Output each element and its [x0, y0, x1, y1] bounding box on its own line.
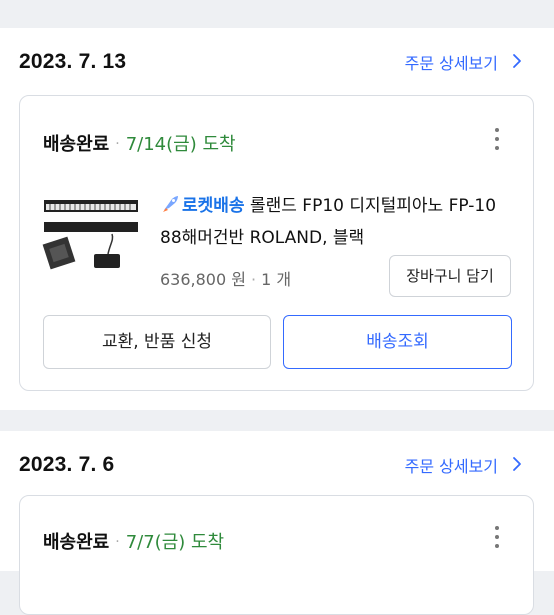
delivery-arrival-date: 7/14(금) 도착 — [125, 134, 236, 155]
separator-dot: · — [115, 534, 120, 550]
delivery-status: 배송완료 — [43, 134, 110, 155]
product-quantity: 1 개 — [261, 270, 292, 289]
order-date: 2023. 7. 13 — [19, 50, 127, 73]
delivery-status-row: 배송완료 · 7/14(금) 도착 — [43, 130, 236, 156]
more-vertical-icon[interactable] — [494, 526, 500, 552]
delivery-status-row: 배송완료 · 7/7(금) 도착 — [43, 528, 224, 554]
more-vertical-icon[interactable] — [494, 128, 500, 154]
price-row: 636,800 원 · 1 개 — [160, 266, 291, 290]
order-header: 2023. 7. 13 주문 상세보기 — [0, 28, 554, 92]
order-detail-label: 주문 상세보기 — [404, 54, 498, 73]
rocket-delivery-label: 로켓배송 — [182, 196, 245, 216]
rocket-delivery-badge: 로켓배송 — [160, 196, 245, 216]
track-delivery-button[interactable]: 배송조회 — [283, 315, 512, 369]
order-card: 배송완료 · 7/14(금) 도착 로켓배송 롤랜드 FP10 디지털피아노 FP-… — [19, 95, 534, 391]
separator-dot: · — [115, 136, 120, 152]
product-title[interactable]: 로켓배송 롤랜드 FP10 디지털피아노 FP-10 88해머건반 ROLAND… — [160, 190, 510, 254]
product-thumbnail[interactable] — [42, 196, 140, 274]
chevron-right-icon[interactable] — [508, 52, 526, 70]
product-price: 636,800 원 — [160, 270, 246, 289]
rocket-icon — [163, 196, 178, 212]
delivery-arrival-date: 7/7(금) 도착 — [125, 532, 225, 553]
exchange-return-button[interactable]: 교환, 반품 신청 — [43, 315, 271, 369]
order-group-2023-07-06: 2023. 7. 6 주문 상세보기 배송완료 · 7/7(금) 도착 — [0, 431, 554, 615]
order-header: 2023. 7. 6 주문 상세보기 — [0, 431, 554, 495]
order-date: 2023. 7. 6 — [19, 453, 115, 476]
order-group-2023-07-13: 2023. 7. 13 주문 상세보기 배송완료 · 7/14(금) 도착 로켓… — [0, 28, 554, 410]
separator-dot: · — [250, 270, 257, 289]
add-to-cart-button[interactable]: 장바구니 담기 — [389, 255, 511, 297]
delivery-status: 배송완료 — [43, 532, 110, 553]
chevron-right-icon[interactable] — [508, 455, 526, 473]
order-card: 배송완료 · 7/7(금) 도착 — [19, 495, 534, 615]
order-detail-label: 주문 상세보기 — [404, 457, 498, 476]
